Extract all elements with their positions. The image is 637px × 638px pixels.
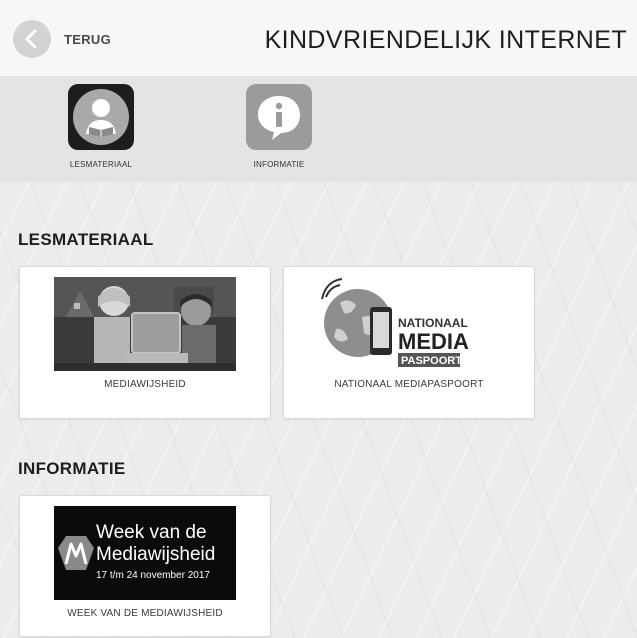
children-with-laptop-photo <box>54 277 236 371</box>
app-icon-bar: LESMATERIAAL INFORMATIE <box>0 76 637 182</box>
card-label-mediawijsheid: MEDIAWIJSHEID <box>104 379 186 390</box>
card-week-van-de-mediawijsheid[interactable]: Week van de Mediawijsheid 17 t/m 24 nove… <box>19 495 271 637</box>
banner-line-2: Mediawijsheid <box>96 544 216 565</box>
chevron-left-icon <box>25 29 37 49</box>
card-label-week-van-de-mediawijsheid: WEEK VAN DE MEDIAWIJSHEID <box>67 608 223 619</box>
app-label-lesmateriaal: LESMATERIAAL <box>69 160 133 169</box>
logo-line-2: MEDIA <box>398 329 469 354</box>
app-tile-lesmateriaal[interactable]: LESMATERIAAL <box>56 84 146 169</box>
banner-line-1: Week van de <box>96 522 207 543</box>
app-header: TERUG KINDVRIENDELIJK INTERNET <box>0 0 637 76</box>
banner-line-3: 17 t/m 24 november 2017 <box>96 570 210 581</box>
logo-line-3: PASPOORT <box>401 355 462 367</box>
section-title-informatie: INFORMATIE <box>18 459 126 478</box>
back-button[interactable] <box>13 20 51 58</box>
reading-child-icon[interactable] <box>68 84 134 150</box>
back-label[interactable]: TERUG <box>64 32 111 47</box>
info-icon[interactable] <box>246 84 312 150</box>
logo-line-1: NATIONAAL <box>398 316 468 330</box>
card-nationaal-mediapaspoort[interactable]: NATIONAAL MEDIA PASPOORT NATIONAAL MEDIA… <box>283 266 535 419</box>
app-label-informatie: INFORMATIE <box>253 160 305 169</box>
nationaal-mediapaspoort-logo: NATIONAAL MEDIA PASPOORT <box>318 277 500 371</box>
page-title: KINDVRIENDELIJK INTERNET <box>264 26 627 54</box>
section-title-lesmateriaal: LESMATERIAAL <box>18 230 154 249</box>
card-label-nationaal-mediapaspoort: NATIONAAL MEDIAPASPOORT <box>334 379 484 390</box>
app-tile-informatie[interactable]: INFORMATIE <box>234 84 324 169</box>
card-mediawijsheid[interactable]: MEDIAWIJSHEID <box>19 266 271 419</box>
week-van-de-mediawijsheid-banner: Week van de Mediawijsheid 17 t/m 24 nove… <box>54 506 236 600</box>
